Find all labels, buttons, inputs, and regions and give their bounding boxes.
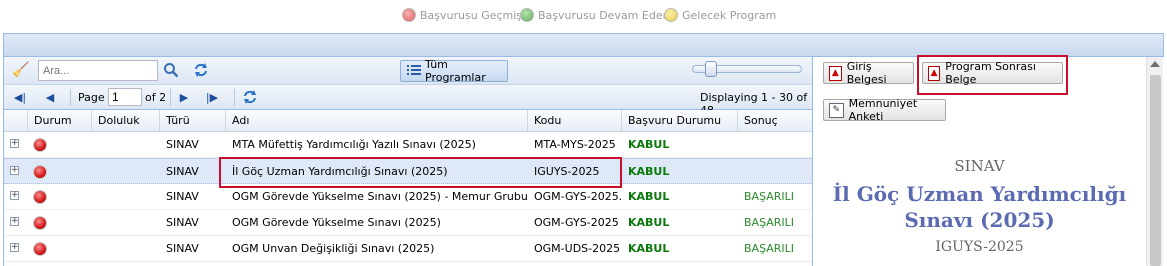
column-header-sonuc[interactable]: Sonuç [738,110,812,132]
column-header-basvuru-durumu[interactable]: Başvuru Durumu [622,110,738,132]
expand-plus-icon[interactable]: + [10,191,19,200]
column-header-kodu[interactable]: Kodu [528,110,622,132]
expander-column-header [4,110,28,132]
page-number-input[interactable] [108,88,142,106]
row-kodu: OGM-GYS-2025... [534,190,622,203]
row-sonuc [738,159,812,185]
expand-plus-icon[interactable]: + [10,243,19,252]
row-adi: OGM Görevde Yükselme Sınavı (2025) [232,216,441,229]
green-dot-icon [520,8,534,22]
reload-icon[interactable] [242,89,258,105]
row-adi: MTA Müfettiş Yardımcılığı Yazılı Sınavı … [232,138,476,151]
grid-toolbar: 🧹 Tüm Programlar [4,57,812,85]
page-total: of 2 [145,91,167,104]
search-input[interactable] [38,60,158,81]
expand-plus-icon[interactable]: + [10,139,19,148]
scroll-up-icon[interactable] [1150,61,1160,67]
table-row[interactable]: + SINAV OGM Unvan Değişikliği Sınavı (20… [4,236,812,262]
row-kodu: MTA-MYS-2025 [534,138,616,151]
legend-past: Başvurusu Geçmiş [402,8,522,22]
column-header-durum[interactable]: Durum [28,110,92,132]
row-turu: SINAV [166,138,199,151]
separator [234,89,235,106]
list-icon [407,64,421,79]
status-legend: Başvurusu Geçmiş Başvurusu Devam Eden Ge… [0,0,1167,32]
status-red-icon [33,138,47,152]
row-basvuru-durumu: KABUL [628,138,670,151]
entry-document-label: Giriş Belgesi [846,60,887,86]
detail-scrollbar[interactable] [1146,57,1163,266]
last-page-icon[interactable]: |▶ [204,89,220,105]
detail-program-type: SINAV [954,157,1005,175]
legend-future-label: Gelecek Program [682,8,777,22]
table-row[interactable]: + SINAV MTA Müfettiş Yardımcılığı Yazılı… [4,132,812,158]
table-row[interactable]: + SINAV OGM Görevde Yükselme Sınavı (202… [4,184,812,210]
column-header-doluluk[interactable]: Doluluk [92,110,160,132]
row-turu: SINAV [166,190,199,203]
row-turu: SINAV [166,216,199,229]
survey-form-icon: ✎ [829,102,844,118]
satisfaction-survey-label: Memnuniyet Anketi [848,97,918,123]
status-red-icon [33,216,47,230]
post-program-document-button[interactable]: ▲ Program Sonrası Belge [922,60,1063,86]
row-turu: SINAV [166,242,199,255]
table-row-selected[interactable]: + SINAV İl Göç Uzman Yardımcılığı Sınavı… [4,158,812,184]
refresh-icon[interactable] [192,61,210,79]
legend-ongoing: Başvurusu Devam Eden [520,8,670,22]
row-basvuru-durumu: KABUL [628,216,670,229]
detail-program-title: İl Göç Uzman Yardımcılığı Sınavı (2025) [832,182,1127,232]
table-row[interactable]: + SINAV OGM Görevde Yükselme Sınavı (202… [4,210,812,236]
row-adi: OGM Görevde Yükselme Sınavı (2025) - Mem… [232,190,528,203]
expand-plus-icon[interactable]: + [10,166,19,175]
red-dot-icon [402,8,416,22]
row-adi: İl Göç Uzman Yardımcılığı Sınavı (2025) [232,165,448,178]
pdf-icon: ▲ [829,65,842,81]
separator [170,89,171,106]
column-header-adi[interactable]: Adı [226,110,528,132]
row-turu: SINAV [166,165,199,178]
post-program-document-label: Program Sonrası Belge [945,60,1036,86]
yellow-dot-icon [664,8,678,22]
row-basvuru-durumu: KABUL [628,190,670,203]
legend-ongoing-label: Başvurusu Devam Eden [538,8,670,22]
programs-grid: 🧹 Tüm Programlar ◀| ◀ Page of 2 ▶ |▶ [3,57,812,266]
prev-page-icon[interactable]: ◀ [42,89,58,105]
row-basvuru-durumu: KABUL [628,242,670,255]
legend-past-label: Başvurusu Geçmiş [420,8,523,22]
legend-future: Gelecek Program [664,8,776,22]
scroll-thumb[interactable] [1150,75,1161,266]
row-adi: OGM Unvan Değişikliği Sınavı (2025) [232,242,435,255]
row-basvuru-durumu: KABUL [628,165,670,178]
pdf-icon: ▲ [928,65,941,81]
column-headers: Durum Doluluk Türü Adı Kodu Başvuru Duru… [4,110,812,132]
row-sonuc: BAŞARILI [744,216,795,229]
paging-toolbar: ◀| ◀ Page of 2 ▶ |▶ Displaying 1 - 30 of… [4,85,812,117]
separator [70,89,71,106]
detail-program-code: IGUYS-2025 [935,239,1024,255]
program-detail-panel: ▲ Giriş Belgesi ▲ Program Sonrası Belge … [812,57,1164,266]
row-kodu: OGM-UDS-2025 [534,242,621,255]
next-page-icon[interactable]: ▶ [176,89,192,105]
broom-clear-icon[interactable]: 🧹 [12,61,30,79]
first-page-icon[interactable]: ◀| [12,89,28,105]
satisfaction-survey-button[interactable]: ✎ Memnuniyet Anketi [823,97,946,123]
status-red-icon [33,242,47,256]
zoom-slider[interactable] [692,61,802,77]
column-header-turu[interactable]: Türü [160,110,226,132]
row-sonuc: BAŞARILI [744,242,795,255]
search-icon[interactable] [162,61,180,79]
slider-thumb[interactable] [705,61,717,77]
status-red-icon [33,165,47,179]
page-label: Page [78,91,105,104]
row-kodu: OGM-GYS-2025 [534,216,619,229]
status-red-icon [33,190,47,204]
row-sonuc: BAŞARILI [744,190,795,203]
row-sonuc [738,132,812,158]
panel-header [3,33,1164,57]
all-programs-label: Tüm Programlar [425,58,486,84]
expand-plus-icon[interactable]: + [10,217,19,226]
all-programs-button[interactable]: Tüm Programlar [400,58,508,84]
row-kodu: IGUYS-2025 [534,165,600,178]
entry-document-button[interactable]: ▲ Giriş Belgesi [823,60,914,86]
